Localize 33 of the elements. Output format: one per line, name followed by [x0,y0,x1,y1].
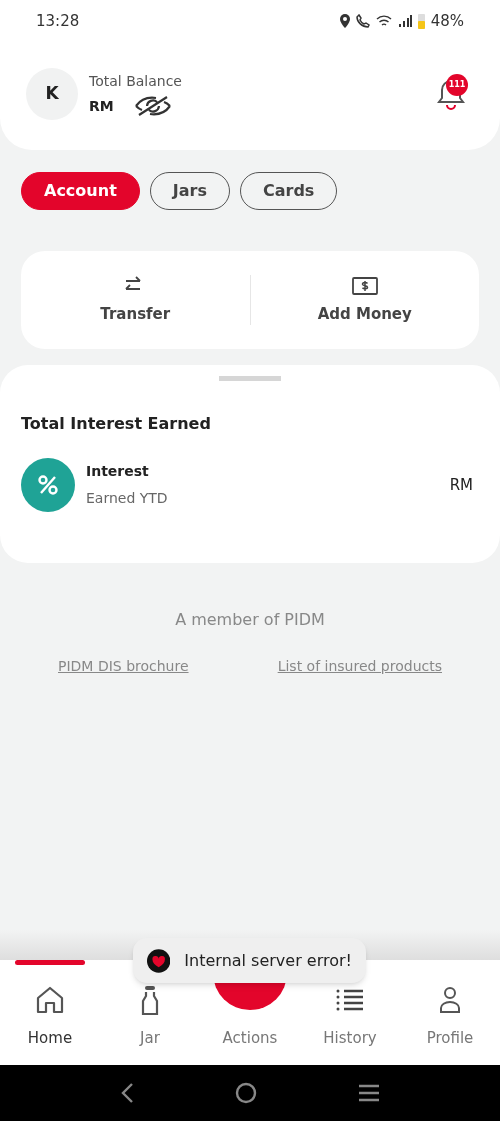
link[interactable]: List of insured products [277,656,442,677]
menu-icon [357,1084,380,1102]
section-title: Total Interest Earned [21,413,212,435]
balance-label: Total Balance [89,72,182,91]
home-icon [35,984,65,1015]
location-icon [339,14,350,28]
drag-handle[interactable] [219,376,281,381]
link[interactable]: PIDM DIS brochure [58,656,189,677]
status-time: 13:28 [36,10,80,32]
avatar[interactable]: K [26,68,78,120]
battery-percent: 48% [430,10,464,32]
home-circle-icon [235,1082,257,1104]
back-icon [120,1082,135,1104]
item-title: Interest [86,462,150,481]
battery-icon [417,13,425,29]
wifi-icon [375,14,392,28]
interest-amount: RM [449,474,473,496]
signal-icon [397,15,412,27]
nav-tab[interactable]: Home [0,960,100,1065]
quick-action-button[interactable]: Add Money [250,251,479,349]
active-indicator [15,960,85,965]
balance-currency: RM [89,96,114,116]
nav-tab[interactable]: Profile [400,960,500,1065]
member-text: A member of PIDM [174,609,326,631]
percent-icon [21,458,75,512]
money-card-icon [351,274,378,295]
item-subtitle: Earned YTD [86,489,168,508]
toast-message: Internal server error! [184,949,352,972]
eye-slash-icon[interactable] [133,95,172,117]
tab[interactable]: Account [21,172,140,210]
notification-badge: 111 [446,74,468,96]
quick-action-button[interactable]: Transfer [21,251,250,349]
call-icon [355,14,370,28]
